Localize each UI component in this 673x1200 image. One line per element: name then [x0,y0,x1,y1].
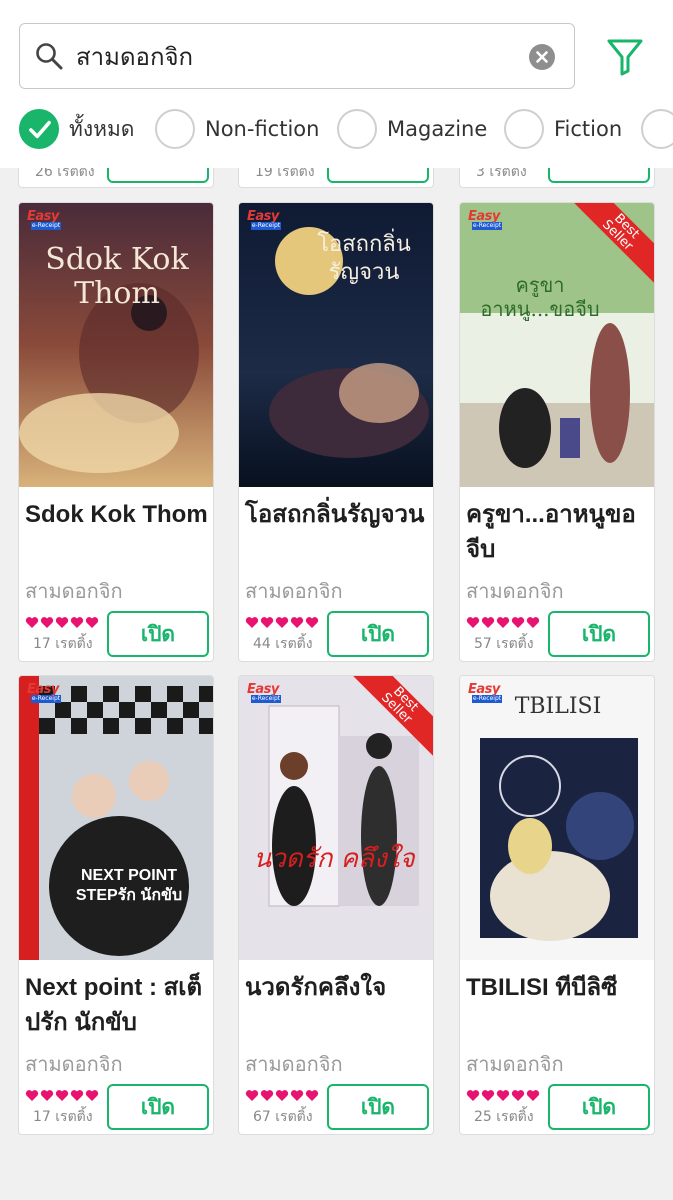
open-button[interactable]: เปิด [107,1084,209,1130]
heart-icon [466,1090,480,1101]
rating-count: 17 เรตติ้ง [33,1109,93,1125]
heart-icon [70,617,84,628]
category-label: Fiction [554,117,623,141]
category-label: ทั้งหมด [69,117,135,141]
open-button[interactable]: เปิด [327,1084,429,1130]
heart-icon [290,617,304,628]
rating-hearts [25,1089,101,1103]
search-icon [36,43,63,70]
heart-icon [245,1090,259,1101]
book-cover[interactable]: Easy e-Receipt นวดรัก คลึงใจ Best Seller [239,676,433,960]
rating-hearts [466,616,542,630]
easy-receipt-badge: Easy e-Receipt [247,209,281,230]
heart-icon [526,1090,540,1101]
cover-title: Sdok Kok Thom [45,242,189,311]
search-bar[interactable]: สามดอกจิก [19,23,575,89]
category-filter-bar: ทั้งหมด Non-fiction Magazine Fiction [0,100,673,160]
cover-title: โอสถกลิ่นรัญจวน [317,232,411,285]
open-button[interactable]: เปิด [548,1084,650,1130]
category-label: Magazine [387,117,488,141]
rating-hearts [466,1089,542,1103]
book-author[interactable]: สามดอกจิก [466,575,564,607]
book-cover[interactable]: Easy e-Receipt ครูขา อาหนู...ขอจีบ Best S… [460,203,654,487]
rating-hearts [25,616,101,630]
open-button[interactable]: เปิด [327,611,429,657]
cover-title: NEXT POINT STEPรัก นักขับ [75,867,183,904]
heart-icon [55,617,69,628]
book-title[interactable]: Sdok Kok Thom [25,497,211,532]
book-author[interactable]: สามดอกจิก [25,575,123,607]
rating-count: 44 เรตติ้ง [253,636,313,652]
heart-icon [511,1090,525,1101]
heart-icon [466,617,480,628]
book-card[interactable]: Easy e-Receipt NEXT POINT STEPรัก นักขับ … [18,675,214,1135]
book-cover[interactable]: Easy e-Receipt NEXT POINT STEPรัก นักขับ [19,676,213,960]
heart-icon [260,1090,274,1101]
rating-hearts [245,616,321,630]
heart-icon [481,617,495,628]
book-cover[interactable]: Easy e-Receipt Sdok Kok Thom [19,203,213,487]
book-card[interactable]: Easy e-Receipt TBILISI TBILISI ทีบีลิซี ส… [459,675,655,1135]
book-title[interactable]: ครูขา...อาหนูขอจีบ [466,497,652,567]
heart-icon [40,617,54,628]
book-author[interactable]: สามดอกจิก [245,575,343,607]
book-title[interactable]: Next point : สเต็ปรัก นักขับ [25,970,211,1040]
heart-icon [260,617,274,628]
heart-icon [25,1090,39,1101]
book-title[interactable]: นวดรักคลึงใจ [245,970,431,1005]
book-card[interactable]: Easy e-Receipt Sdok Kok Thom Sdok Kok Tho… [18,202,214,662]
book-title[interactable]: โอสถกลิ่นรัญจวน [245,497,431,532]
easy-receipt-badge: Easy e-Receipt [27,209,61,230]
book-author[interactable]: สามดอกจิก [466,1048,564,1080]
search-input[interactable]: สามดอกจิก [76,43,193,71]
radio-icon[interactable] [641,109,673,149]
heart-icon [496,1090,510,1101]
rating-count: 25 เรตติ้ง [474,1109,534,1125]
radio-icon[interactable] [337,109,377,149]
book-author[interactable]: สามดอกจิก [245,1048,343,1080]
heart-icon [275,1090,289,1101]
clear-icon[interactable] [529,44,555,70]
rating-count: 17 เรตติ้ง [33,636,93,652]
heart-icon [526,617,540,628]
heart-icon [55,1090,69,1101]
radio-icon[interactable] [155,109,195,149]
heart-icon [40,1090,54,1101]
filter-icon[interactable] [606,37,644,77]
category-label: Non-fiction [205,117,320,141]
book-author[interactable]: สามดอกจิก [25,1048,123,1080]
top-bar: สามดอกจิก ทั้งหมด Non-fiction Magazine F… [0,0,673,168]
cover-title: TBILISI [514,694,602,719]
cover-title: นวดรัก คลึงใจ [253,844,415,874]
heart-icon [305,617,319,628]
easy-receipt-badge: Easy e-Receipt [247,682,281,703]
book-card[interactable]: Easy e-Receipt นวดรัก คลึงใจ Best Seller … [238,675,434,1135]
rating-hearts [245,1089,321,1103]
checkmark-icon[interactable] [19,109,59,149]
book-title[interactable]: TBILISI ทีบีลิซี [466,970,652,1005]
heart-icon [25,617,39,628]
rating-count: 67 เรตติ้ง [253,1109,313,1125]
heart-icon [85,617,99,628]
open-button[interactable]: เปิด [548,611,650,657]
radio-icon[interactable] [504,109,544,149]
heart-icon [305,1090,319,1101]
book-cover[interactable]: Easy e-Receipt TBILISI [460,676,654,960]
open-button[interactable]: เปิด [107,611,209,657]
easy-receipt-badge: Easy e-Receipt [27,682,61,703]
cover-title: ครูขา อาหนู...ขอจีบ [480,273,600,321]
heart-icon [511,617,525,628]
heart-icon [275,617,289,628]
heart-icon [290,1090,304,1101]
book-card[interactable]: Easy e-Receipt โอสถกลิ่นรัญจวน โอสถกลิ่นร… [238,202,434,662]
heart-icon [481,1090,495,1101]
book-cover[interactable]: Easy e-Receipt โอสถกลิ่นรัญจวน [239,203,433,487]
book-card[interactable]: Easy e-Receipt ครูขา อาหนู...ขอจีบ Best S… [459,202,655,662]
easy-receipt-badge: Easy e-Receipt [468,209,502,230]
heart-icon [85,1090,99,1101]
heart-icon [496,617,510,628]
heart-icon [70,1090,84,1101]
rating-count: 57 เรตติ้ง [474,636,534,652]
heart-icon [245,617,259,628]
